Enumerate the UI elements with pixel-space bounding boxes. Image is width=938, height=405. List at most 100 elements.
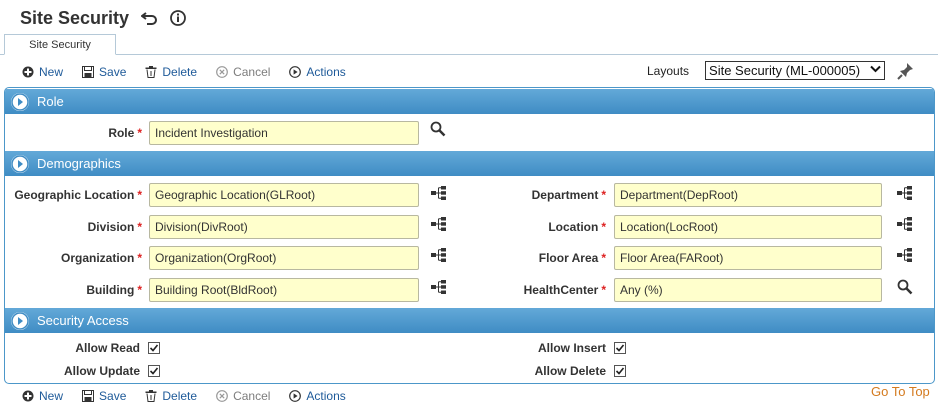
chevron-down-icon bbox=[870, 65, 881, 76]
delete-label: Delete bbox=[162, 65, 198, 79]
health-center-input[interactable]: Any (%) bbox=[614, 278, 882, 302]
tab-strip-divider bbox=[0, 54, 938, 55]
section-header-demographics[interactable]: Demographics bbox=[5, 151, 934, 176]
cancel-label: Cancel bbox=[233, 389, 271, 403]
allow-read-checkbox[interactable] bbox=[148, 342, 160, 354]
info-icon[interactable] bbox=[170, 10, 186, 26]
allow-update-label: Allow Update bbox=[63, 364, 140, 378]
actions-label: Actions bbox=[306, 65, 346, 79]
new-button[interactable]: New bbox=[22, 389, 63, 403]
layouts-label: Layouts bbox=[647, 63, 690, 78]
delete-button[interactable]: Delete bbox=[145, 65, 197, 79]
role-input[interactable]: Incident Investigation bbox=[149, 121, 419, 145]
allow-insert-row: Allow Insert bbox=[475, 340, 626, 356]
floppy-disk-icon bbox=[82, 66, 95, 78]
department-row: Department * Department(DepRoot) bbox=[475, 183, 882, 207]
magnifier-icon[interactable] bbox=[896, 278, 914, 296]
play-circle-icon bbox=[289, 66, 302, 78]
division-label: Division * bbox=[87, 220, 142, 234]
save-button[interactable]: Save bbox=[82, 389, 126, 403]
main-panel: Role Role * Incident Investigation Demogr… bbox=[4, 87, 935, 384]
health-center-label: HealthCenter * bbox=[523, 283, 606, 297]
magnifier-icon[interactable] bbox=[429, 120, 447, 138]
division-input[interactable]: Division(DivRoot) bbox=[149, 215, 419, 239]
allow-update-row: Allow Update bbox=[5, 363, 160, 379]
layouts-selected-value: Site Security (ML-000005) bbox=[709, 63, 861, 78]
health-center-row: HealthCenter * Any (%) bbox=[475, 278, 882, 302]
section-title-security-access: Security Access bbox=[37, 313, 129, 328]
tree-hierarchy-icon[interactable] bbox=[896, 246, 914, 264]
department-input[interactable]: Department(DepRoot) bbox=[614, 183, 882, 207]
department-label: Department * bbox=[531, 188, 606, 202]
page-title: Site Security bbox=[20, 7, 130, 28]
cancel-button[interactable]: Cancel bbox=[216, 389, 270, 403]
cancel-button[interactable]: Cancel bbox=[216, 65, 270, 79]
cancel-label: Cancel bbox=[233, 65, 271, 79]
tree-hierarchy-icon[interactable] bbox=[430, 246, 448, 264]
allow-update-checkbox[interactable] bbox=[148, 365, 160, 377]
allow-delete-row: Allow Delete bbox=[475, 363, 626, 379]
organization-input[interactable]: Organization(OrgRoot) bbox=[149, 246, 419, 270]
floor-area-input[interactable]: Floor Area(FARoot) bbox=[614, 246, 882, 270]
section-title-role: Role bbox=[37, 94, 64, 109]
role-field-row: Role * Incident Investigation bbox=[5, 121, 419, 145]
section-header-security-access[interactable]: Security Access bbox=[5, 308, 934, 333]
x-circle-icon bbox=[216, 66, 228, 78]
play-circle-icon bbox=[289, 390, 302, 402]
location-input[interactable]: Location(LocRoot) bbox=[614, 215, 882, 239]
save-button[interactable]: Save bbox=[82, 65, 126, 79]
new-button[interactable]: New bbox=[22, 65, 63, 79]
division-row: Division * Division(DivRoot) bbox=[5, 215, 419, 239]
tree-hierarchy-icon[interactable] bbox=[896, 184, 914, 202]
allow-delete-label: Allow Delete bbox=[534, 364, 606, 378]
location-row: Location * Location(LocRoot) bbox=[475, 215, 882, 239]
building-input[interactable]: Building Root(BldRoot) bbox=[149, 278, 419, 302]
geographic-location-label: Geographic Location * bbox=[14, 188, 142, 202]
expand-toggle-icon bbox=[11, 154, 29, 173]
geographic-location-input[interactable]: Geographic Location(GLRoot) bbox=[149, 183, 419, 207]
tree-hierarchy-icon[interactable] bbox=[430, 184, 448, 202]
floor-area-row: Floor Area * Floor Area(FARoot) bbox=[475, 246, 882, 270]
actions-button[interactable]: Actions bbox=[289, 389, 346, 403]
save-label: Save bbox=[99, 65, 127, 79]
top-toolbar: New Save Delete Cancel Actions bbox=[22, 63, 365, 81]
tab-strip: Site Security bbox=[0, 34, 938, 55]
organization-label: Organization * bbox=[60, 251, 142, 265]
tree-hierarchy-icon[interactable] bbox=[430, 278, 448, 296]
geographic-location-row: Geographic Location * Geographic Location… bbox=[5, 183, 419, 207]
plus-circle-icon bbox=[22, 66, 34, 78]
undo-arrow-icon[interactable] bbox=[141, 11, 158, 25]
allow-insert-label: Allow Insert bbox=[537, 341, 606, 355]
actions-label: Actions bbox=[306, 389, 346, 403]
go-to-top-link[interactable]: Go To Top bbox=[871, 384, 930, 399]
location-label: Location * bbox=[548, 220, 606, 234]
layouts-dropdown[interactable]: Site Security (ML-000005) bbox=[705, 61, 886, 80]
allow-insert-checkbox[interactable] bbox=[614, 342, 626, 354]
delete-button[interactable]: Delete bbox=[145, 389, 197, 403]
floor-area-label: Floor Area * bbox=[538, 251, 606, 265]
save-label: Save bbox=[99, 389, 127, 403]
tree-hierarchy-icon[interactable] bbox=[430, 215, 448, 233]
plus-circle-icon bbox=[22, 390, 34, 402]
allow-read-row: Allow Read bbox=[5, 340, 160, 356]
section-header-role[interactable]: Role bbox=[5, 89, 934, 114]
building-row: Building * Building Root(BldRoot) bbox=[5, 278, 419, 302]
floppy-disk-icon bbox=[82, 390, 95, 402]
trash-icon bbox=[145, 390, 157, 402]
organization-row: Organization * Organization(OrgRoot) bbox=[5, 246, 419, 270]
building-label: Building * bbox=[86, 283, 142, 297]
x-circle-icon bbox=[216, 390, 228, 402]
trash-icon bbox=[145, 66, 157, 78]
bottom-toolbar: New Save Delete Cancel Actions bbox=[22, 387, 365, 405]
pushpin-icon[interactable] bbox=[897, 62, 915, 83]
actions-button[interactable]: Actions bbox=[289, 65, 346, 79]
tab-site-security[interactable]: Site Security bbox=[4, 34, 116, 55]
tree-hierarchy-icon[interactable] bbox=[896, 215, 914, 233]
role-label: Role * bbox=[108, 126, 142, 140]
expand-toggle-icon bbox=[11, 92, 29, 111]
section-title-demographics: Demographics bbox=[37, 156, 121, 171]
title-bar: Site Security bbox=[20, 6, 186, 30]
allow-delete-checkbox[interactable] bbox=[614, 365, 626, 377]
layouts-selector: Layouts Site Security (ML-000005) bbox=[647, 61, 886, 80]
allow-read-label: Allow Read bbox=[75, 341, 140, 355]
